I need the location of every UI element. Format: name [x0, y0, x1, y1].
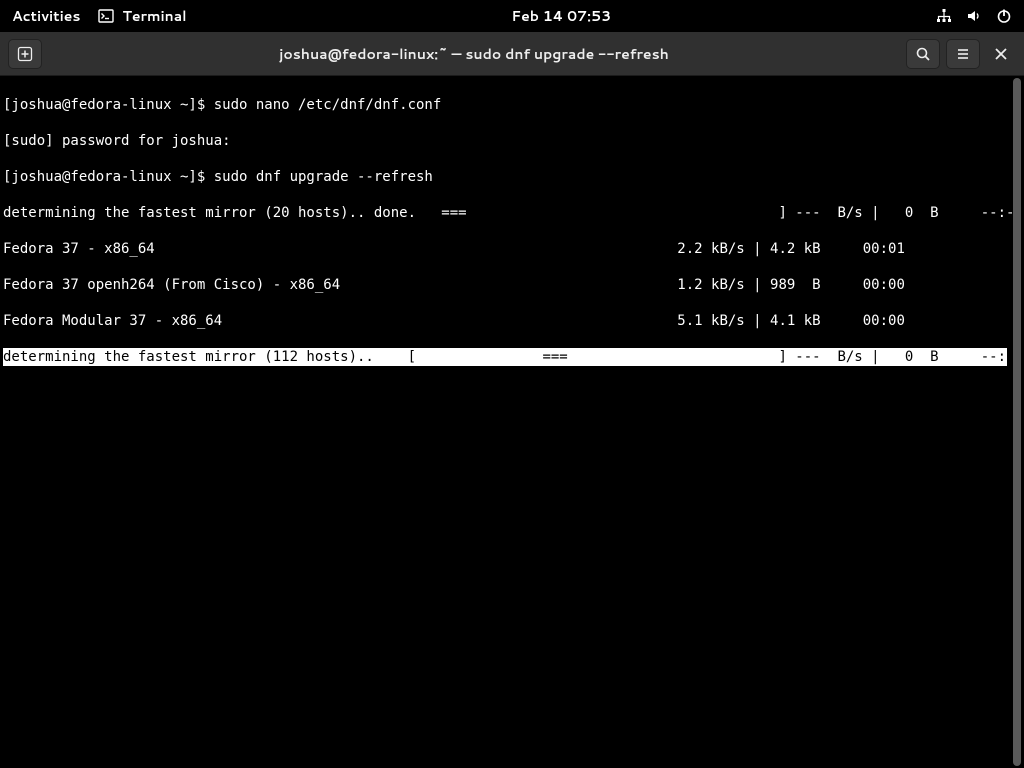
current-app-name: Terminal — [122, 6, 186, 26]
window-titlebar: joshua@fedora-linux:~ — sudo dnf upgrade… — [0, 32, 1024, 76]
hamburger-menu-button[interactable] — [946, 39, 980, 69]
terminal-line: [joshua@fedora-linux ~]$ sudo dnf upgrad… — [3, 168, 1021, 186]
terminal-scrollbar[interactable] — [1012, 78, 1022, 766]
power-icon — [996, 8, 1012, 24]
current-app-indicator[interactable]: Terminal — [98, 6, 186, 26]
window-title: joshua@fedora-linux:~ — sudo dnf upgrade… — [50, 44, 898, 64]
system-status-area[interactable] — [936, 8, 1012, 24]
network-icon — [936, 8, 952, 24]
terminal-line: [joshua@fedora-linux ~]$ sudo nano /etc/… — [3, 96, 1021, 114]
panel-clock[interactable]: Feb 14 07:53 — [511, 6, 611, 26]
volume-icon — [966, 8, 982, 24]
scrollbar-thumb[interactable] — [1013, 78, 1021, 766]
terminal-content: [joshua@fedora-linux ~]$ sudo nano /etc/… — [0, 76, 1024, 404]
terminal-icon — [98, 8, 114, 24]
terminal-line: Fedora Modular 37 - x86_64 5.1 kB/s | 4.… — [3, 312, 1021, 330]
terminal-line: Fedora 37 openh264 (From Cisco) - x86_64… — [3, 276, 1021, 294]
close-button[interactable] — [986, 39, 1016, 69]
terminal-line-active: determining the fastest mirror (112 host… — [3, 348, 1007, 366]
terminal-viewport[interactable]: [joshua@fedora-linux ~]$ sudo nano /etc/… — [0, 76, 1024, 768]
terminal-line: [sudo] password for joshua: — [3, 132, 1021, 150]
new-tab-button[interactable] — [8, 39, 42, 69]
activities-button[interactable]: Activities — [12, 6, 80, 26]
terminal-line: Fedora 37 - x86_64 2.2 kB/s | 4.2 kB 00:… — [3, 240, 1021, 258]
terminal-line: determining the fastest mirror (20 hosts… — [3, 204, 1021, 222]
search-button[interactable] — [906, 39, 940, 69]
gnome-top-panel: Activities Terminal Feb 14 07:53 — [0, 0, 1024, 32]
